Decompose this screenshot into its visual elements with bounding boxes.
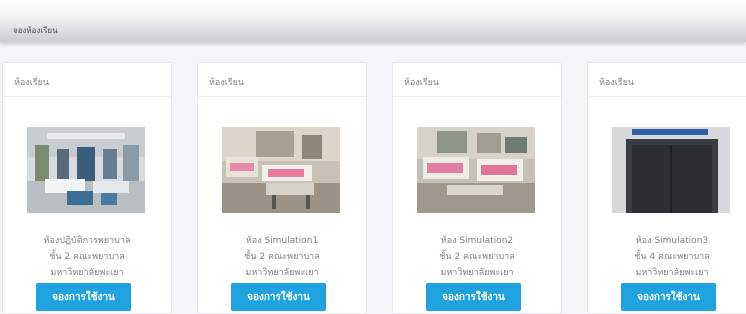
room-door-photo bbox=[612, 127, 730, 213]
book-room-button[interactable]: จองการใช้งาน bbox=[621, 283, 716, 311]
room-university: มหาวิทยาลัยพะเยา bbox=[50, 268, 124, 276]
card-header: ห้องเรียน bbox=[588, 63, 746, 97]
top-header-bar: จองห้องเรียน bbox=[0, 0, 746, 42]
book-room-button[interactable]: จองการใช้งาน bbox=[231, 283, 326, 311]
room-university: มหาวิทยาลัยพะเยา bbox=[635, 268, 709, 276]
room-caption: ห้อง Simulation3 ชั้น 4 คณะพยาบาล มหาวิท… bbox=[588, 233, 746, 276]
book-room-button[interactable]: จองการใช้งาน bbox=[426, 283, 521, 311]
card-header: ห้องเรียน bbox=[198, 63, 366, 97]
card-header: ห้องเรียน bbox=[3, 63, 171, 97]
room-name: ห้อง Simulation3 bbox=[635, 236, 709, 246]
room-caption: ห้อง Simulation2 ชั้น 2 คณะพยาบาล มหาวิท… bbox=[393, 233, 561, 276]
room-name: ห้อง Simulation1 bbox=[245, 236, 319, 246]
room-photo bbox=[27, 127, 145, 213]
room-caption: ห้องปฏิบัติการพยาบาล ชั้น 2 คณะพยาบาล มห… bbox=[3, 233, 171, 276]
room-card: ห้องเรียน ห้องปฏิบัติการพยาบาล ชั้น 2 คณ… bbox=[2, 62, 172, 314]
room-floor: ชั้น 4 คณะพยาบาล bbox=[634, 252, 710, 262]
breadcrumb: จองห้องเรียน bbox=[13, 26, 58, 35]
room-card: ห้องเรียน ห้อง Simulation1 ชั้น 2 คณะพยา… bbox=[197, 62, 367, 314]
book-room-button[interactable]: จองการใช้งาน bbox=[36, 283, 131, 311]
room-floor: ชั้น 2 คณะพยาบาล bbox=[49, 252, 125, 262]
room-card: ห้องเรียน ห้อง Simulation2 ชั้น 2 คณะพยา… bbox=[392, 62, 562, 314]
room-university: มหาวิทยาลัยพะเยา bbox=[245, 268, 319, 276]
room-floor: ชั้น 2 คณะพยาบาล bbox=[244, 252, 320, 262]
room-photo bbox=[222, 127, 340, 213]
room-caption: ห้อง Simulation1 ชั้น 2 คณะพยาบาล มหาวิท… bbox=[198, 233, 366, 276]
room-floor: ชั้น 2 คณะพยาบาล bbox=[439, 252, 515, 262]
room-name: ห้อง Simulation2 bbox=[440, 236, 514, 246]
room-university: มหาวิทยาลัยพะเยา bbox=[440, 268, 514, 276]
room-name: ห้องปฏิบัติการพยาบาล bbox=[43, 236, 131, 246]
room-photo bbox=[417, 127, 535, 213]
card-header: ห้องเรียน bbox=[393, 63, 561, 97]
room-card: ห้องเรียน ห้อง Simulation3 ชั้น 4 คณะพยา… bbox=[587, 62, 746, 314]
